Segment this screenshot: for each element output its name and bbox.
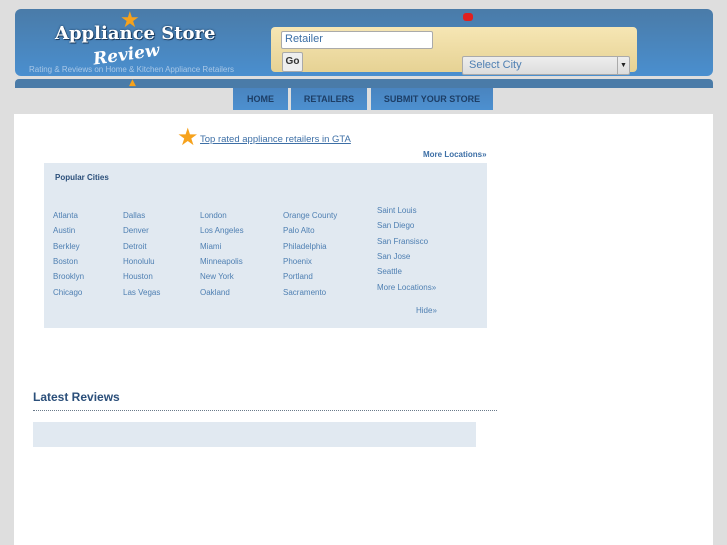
retailer-input[interactable]: Retailer: [281, 31, 433, 49]
city-link[interactable]: More Locations»: [377, 283, 436, 292]
city-link[interactable]: Phoenix: [283, 257, 312, 266]
city-link[interactable]: Houston: [123, 272, 153, 281]
site-header: ★ Appliance Store Review Rating & Review…: [15, 8, 713, 76]
city-link[interactable]: Honolulu: [123, 257, 155, 266]
city-link[interactable]: Minneapolis: [200, 257, 243, 266]
city-link[interactable]: London: [200, 211, 227, 220]
city-link[interactable]: Detroit: [123, 242, 147, 251]
dropdown-arrow-icon[interactable]: ▼: [617, 57, 629, 74]
city-link[interactable]: Las Vegas: [123, 288, 160, 297]
city-link[interactable]: Chicago: [53, 288, 82, 297]
more-locations-link[interactable]: More Locations»: [423, 150, 487, 159]
city-link[interactable]: Los Angeles: [200, 226, 244, 235]
tagline: Rating & Reviews on Home & Kitchen Appli…: [29, 65, 234, 74]
logo-title[interactable]: Appliance Store: [55, 23, 216, 44]
city-link[interactable]: New York: [200, 272, 234, 281]
city-select[interactable]: Select City ▼: [462, 56, 630, 75]
city-link[interactable]: Dallas: [123, 211, 145, 220]
canada-flag-icon[interactable]: [463, 13, 473, 21]
city-link[interactable]: Orange County: [283, 211, 337, 220]
city-link[interactable]: Austin: [53, 226, 75, 235]
nav-retailers[interactable]: RETAILERS: [291, 88, 367, 110]
star-icon: ★: [177, 123, 199, 151]
nav-home[interactable]: HOME: [233, 88, 288, 110]
city-link[interactable]: Miami: [200, 242, 221, 251]
gta-link[interactable]: Top rated appliance retailers in GTA: [200, 134, 351, 145]
latest-reviews-heading: Latest Reviews: [33, 390, 120, 404]
city-link[interactable]: Philadelphia: [283, 242, 327, 251]
city-select-value: Select City: [469, 59, 522, 71]
nav-star-icon: ▲: [129, 78, 136, 88]
city-link[interactable]: San Fransisco: [377, 237, 428, 246]
city-link[interactable]: Portland: [283, 272, 313, 281]
city-link[interactable]: Berkley: [53, 242, 80, 251]
popular-cities-panel: Popular Cities Atlanta Austin Berkley Bosto…: [44, 163, 487, 328]
city-link[interactable]: Palo Alto: [283, 226, 315, 235]
city-link[interactable]: Denver: [123, 226, 149, 235]
city-link[interactable]: Saint Louis: [377, 206, 417, 215]
divider: [33, 410, 497, 411]
city-link[interactable]: Boston: [53, 257, 78, 266]
city-link[interactable]: Sacramento: [283, 288, 326, 297]
reviews-list: [33, 422, 476, 447]
nav-strip: [15, 79, 713, 88]
popular-cities-title: Popular Cities: [55, 173, 109, 182]
city-link[interactable]: Oakland: [200, 288, 230, 297]
city-link[interactable]: Seattle: [377, 267, 402, 276]
city-link[interactable]: Atlanta: [53, 211, 78, 220]
city-link[interactable]: San Diego: [377, 221, 414, 230]
nav-submit-store[interactable]: SUBMIT YOUR STORE: [371, 88, 493, 110]
city-link[interactable]: Brooklyn: [53, 272, 84, 281]
hide-link[interactable]: Hide»: [416, 306, 437, 315]
go-button[interactable]: Go: [282, 52, 303, 72]
city-link[interactable]: San Jose: [377, 252, 410, 261]
search-box: Retailer Go Select City ▼: [271, 27, 637, 75]
